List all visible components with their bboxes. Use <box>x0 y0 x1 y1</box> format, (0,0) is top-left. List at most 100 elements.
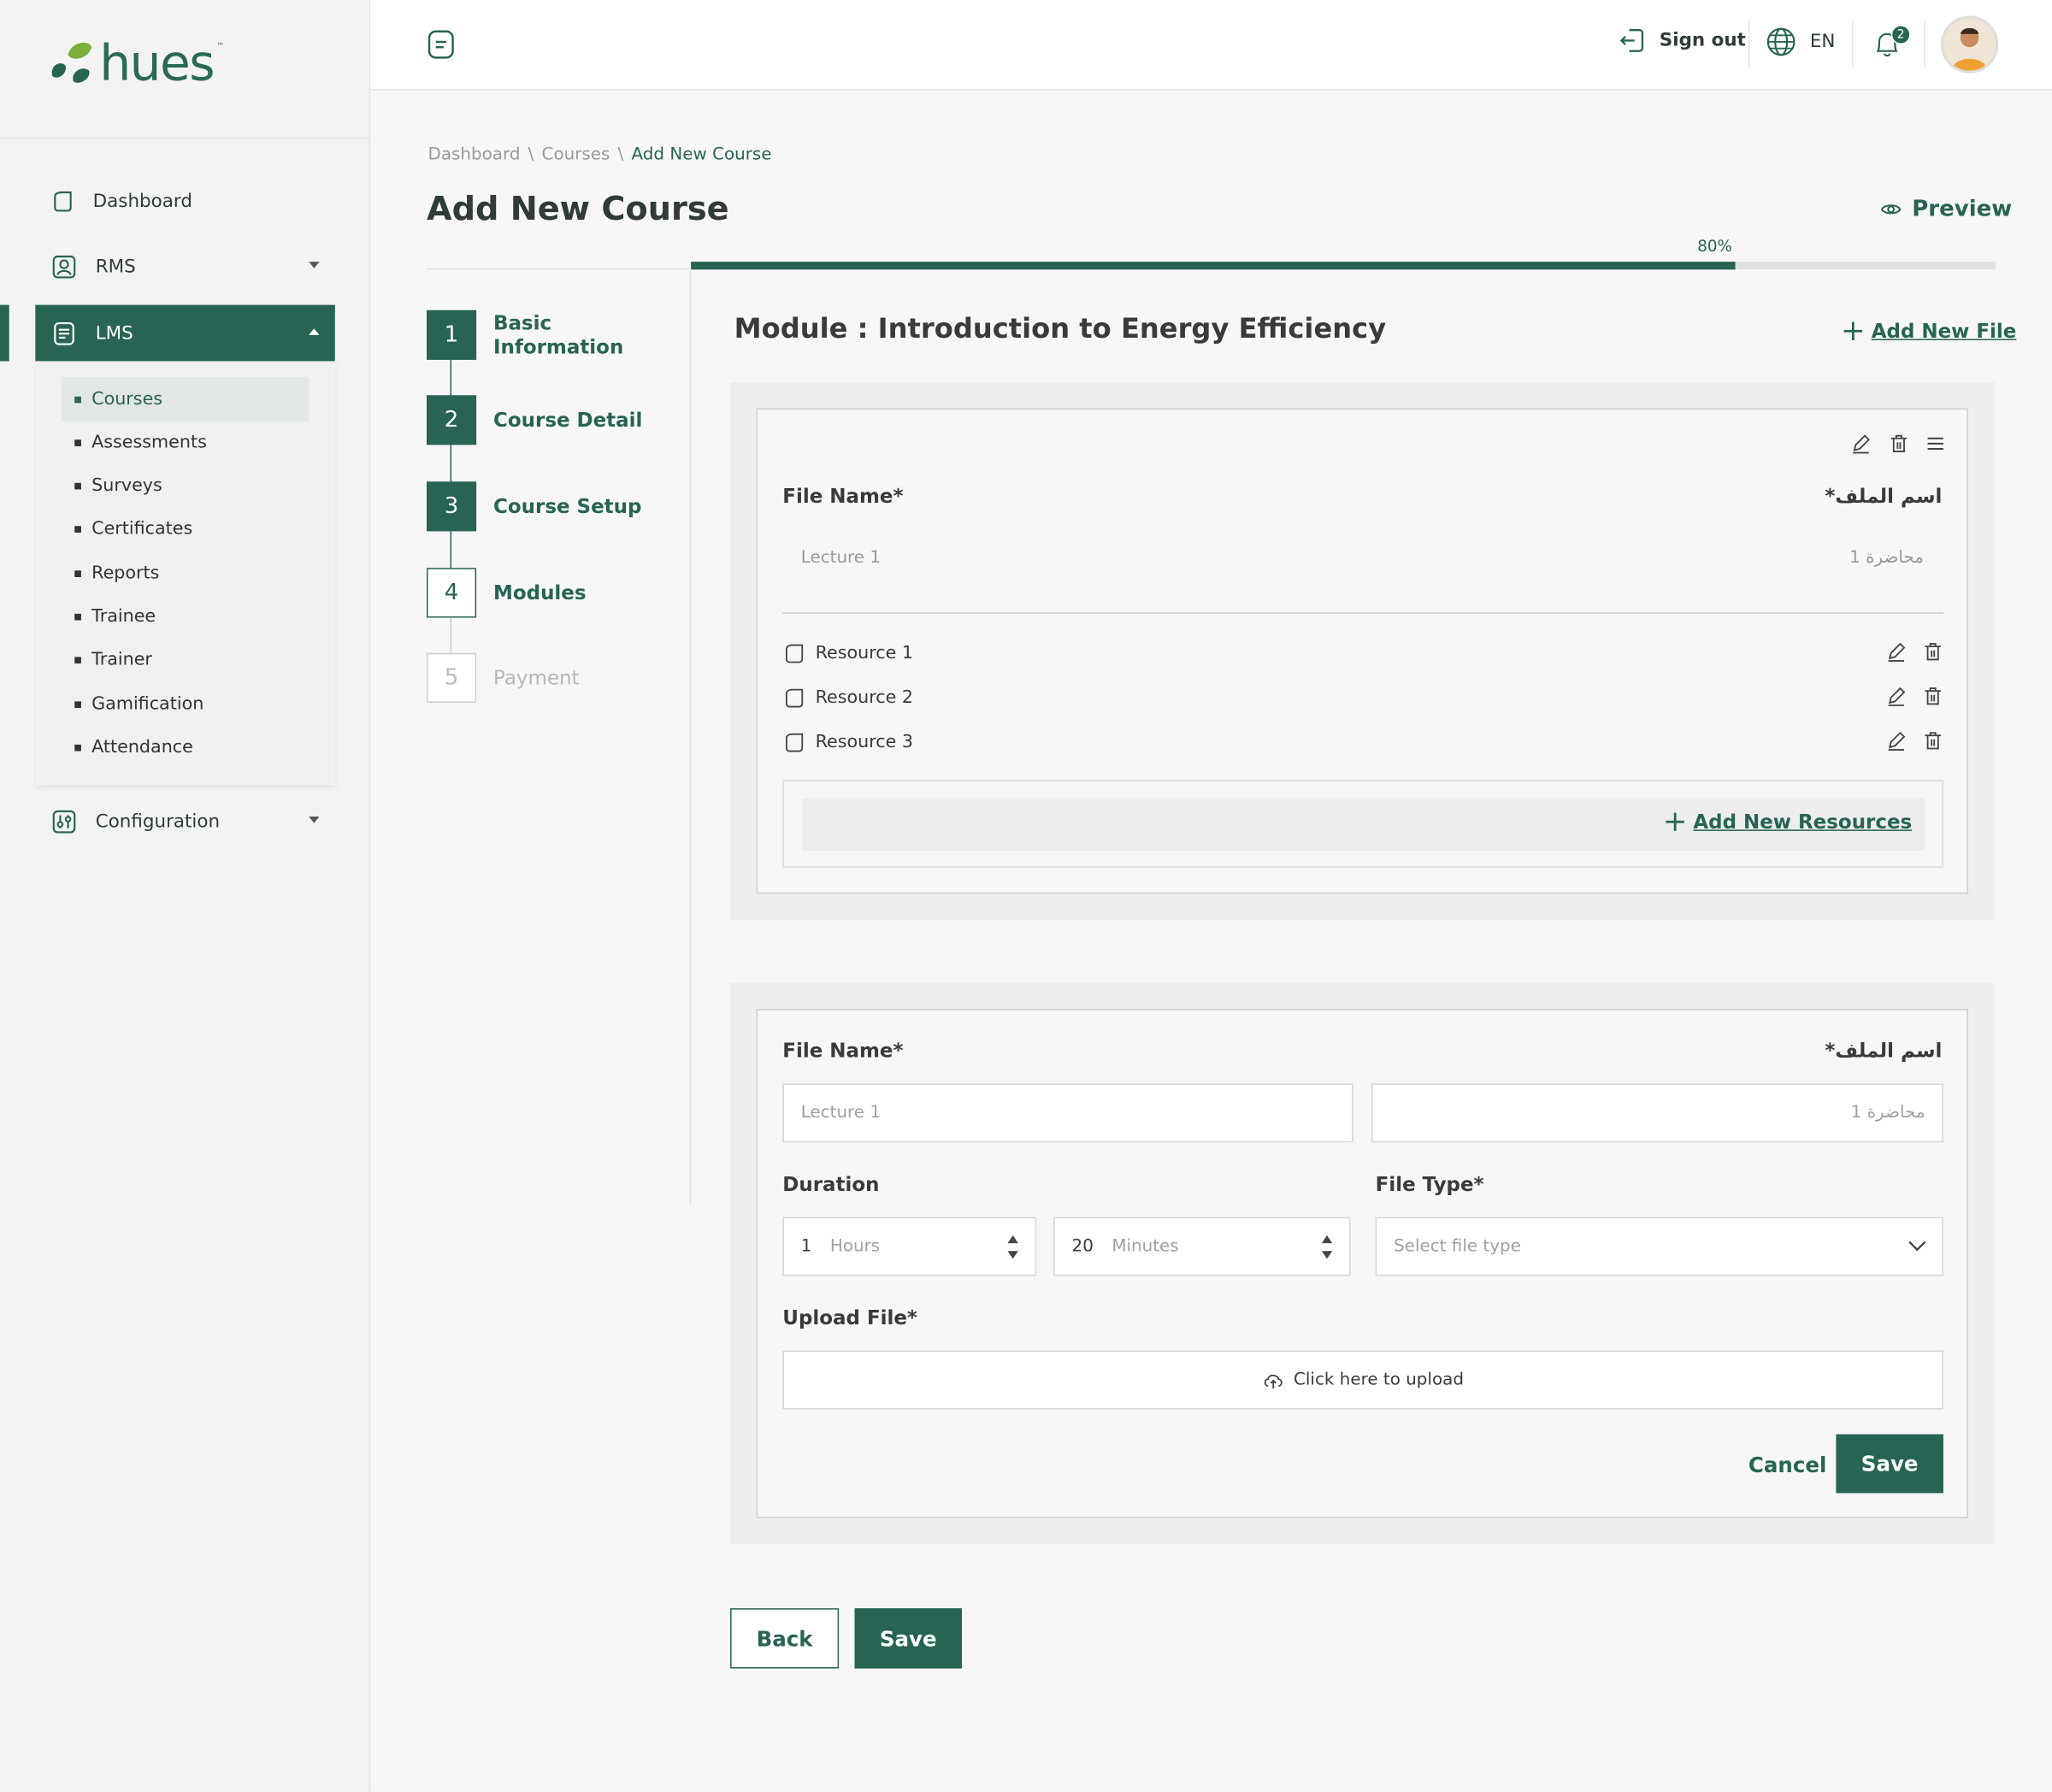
resource-name: Resource 3 <box>815 731 914 753</box>
new-file-card: File Name* اسم الملف* Lecture 1 محاضرة 1… <box>756 1009 1969 1518</box>
submenu-item-label: Assessments <box>91 432 207 453</box>
file-name-label: File Name* <box>782 484 904 508</box>
add-new-resources-button[interactable]: Add New Resources <box>1665 810 1912 834</box>
step-modules[interactable]: 4 Modules <box>426 568 688 618</box>
trash-icon[interactable] <box>1922 730 1943 751</box>
user-badge-icon <box>52 255 76 279</box>
submenu-item-attendance[interactable]: Attendance <box>62 725 309 769</box>
step-label: Basic Information <box>492 311 624 359</box>
hues-logo[interactable]: hues ™ <box>44 34 224 91</box>
chevron-down-icon <box>309 816 320 823</box>
back-button[interactable]: Back <box>730 1608 840 1669</box>
resource-name: Resource 1 <box>815 642 914 664</box>
notification-count-badge: 2 <box>1890 25 1911 45</box>
preview-button[interactable]: Preview <box>1880 196 2013 223</box>
bullet-icon <box>74 744 81 751</box>
upload-dropzone[interactable]: Click here to upload <box>782 1350 1943 1410</box>
notifications-button[interactable]: 2 <box>1872 25 1911 61</box>
file-name-value-ar: محاضرة 1 <box>1849 548 1924 569</box>
breadcrumb-separator: \ <box>528 144 534 165</box>
step-course-setup[interactable]: 3 Course Setup <box>426 481 688 532</box>
language-label: EN <box>1809 31 1836 53</box>
divider <box>1748 21 1750 68</box>
sidebar-item-lms[interactable]: LMS <box>35 304 335 362</box>
document-list-icon <box>54 321 74 345</box>
menu-toggle-button[interactable] <box>427 29 456 61</box>
chevron-down-icon <box>1908 1241 1926 1252</box>
progress-fill <box>691 262 1735 270</box>
sidebar-item-rms[interactable]: RMS <box>35 239 335 294</box>
edit-icon[interactable] <box>1850 433 1871 454</box>
file-name-label: File Name* <box>782 1039 904 1063</box>
file-name-input-ar[interactable]: محاضرة 1 <box>1371 1083 1943 1143</box>
step-label: Payment <box>493 666 580 690</box>
submenu-item-assessments[interactable]: Assessments <box>62 420 309 464</box>
minutes-stepper[interactable]: 20 Minutes <box>1053 1217 1351 1276</box>
new-file-panel: File Name* اسم الملف* Lecture 1 محاضرة 1… <box>730 982 1995 1545</box>
sidebar-item-dashboard[interactable]: Dashboard <box>35 174 335 229</box>
upload-text: Click here to upload <box>1293 1370 1464 1390</box>
hours-stepper[interactable]: 1 Hours <box>782 1217 1037 1276</box>
edit-icon[interactable] <box>1886 686 1907 706</box>
file-name-input[interactable]: Lecture 1 <box>782 1083 1353 1143</box>
step-number: 1 <box>426 309 477 360</box>
plus-icon <box>1843 321 1863 340</box>
submenu-item-reports[interactable]: Reports <box>62 551 309 595</box>
breadcrumb-link-dashboard[interactable]: Dashboard <box>428 145 521 165</box>
cancel-button[interactable]: Cancel <box>1748 1453 1826 1477</box>
resource-name: Resource 2 <box>815 687 914 709</box>
sidebar-item-configuration[interactable]: Configuration <box>35 794 335 849</box>
plus-icon <box>1666 812 1684 831</box>
submenu-item-certificates[interactable]: Certificates <box>62 506 309 551</box>
add-new-resources-label: Add New Resources <box>1693 810 1913 834</box>
steps-vertical-divider <box>689 268 692 1205</box>
trash-icon[interactable] <box>1922 686 1943 706</box>
step-course-detail[interactable]: 2 Course Detail <box>426 395 688 445</box>
submenu-item-trainee[interactable]: Trainee <box>62 594 309 639</box>
trash-icon[interactable] <box>1889 433 1909 454</box>
step-basic-information[interactable]: 1 Basic Information <box>426 309 688 360</box>
file-type-select[interactable]: Select file type <box>1375 1217 1943 1276</box>
stepper-arrows-icon[interactable] <box>1006 1231 1019 1263</box>
save-button[interactable]: Save <box>854 1608 962 1669</box>
step-payment[interactable]: 5 Payment <box>426 652 688 703</box>
sidebar-divider <box>0 137 371 139</box>
submenu-item-courses[interactable]: Courses <box>61 376 310 421</box>
trash-icon[interactable] <box>1922 641 1943 662</box>
breadcrumb-link-courses[interactable]: Courses <box>542 145 610 165</box>
upload-file-label: Upload File* <box>782 1306 917 1330</box>
bullet-icon <box>74 569 81 577</box>
preview-label: Preview <box>1912 196 2013 223</box>
drag-handle-icon[interactable] <box>1925 433 1946 454</box>
brand-tm: ™ <box>216 41 225 51</box>
sidebar-item-label: Configuration <box>95 811 221 833</box>
divider <box>1851 21 1854 68</box>
step-connector <box>450 531 452 569</box>
sign-out-button[interactable]: Sign out <box>1618 27 1746 56</box>
avatar[interactable] <box>1940 15 1999 74</box>
submenu-item-surveys[interactable]: Surveys <box>62 463 309 508</box>
add-new-file-button[interactable]: Add New File <box>1843 319 2016 343</box>
edit-icon[interactable] <box>1886 641 1907 662</box>
sign-out-label: Sign out <box>1659 30 1746 51</box>
duration-label: Duration <box>782 1172 880 1196</box>
minutes-value: 20 <box>1071 1236 1094 1257</box>
add-new-file-label: Add New File <box>1871 319 2017 344</box>
submenu-item-gamification[interactable]: Gamification <box>62 681 309 726</box>
active-indicator <box>0 304 9 362</box>
file-type-label: File Type* <box>1375 1172 1484 1196</box>
stepper-arrows-icon[interactable] <box>1320 1231 1333 1263</box>
save-file-button[interactable]: Save <box>1836 1434 1943 1494</box>
edit-icon[interactable] <box>1886 730 1907 751</box>
language-switcher[interactable]: EN <box>1766 27 1836 58</box>
add-resources-box: Add New Resources <box>782 780 1943 868</box>
bullet-icon <box>74 656 81 663</box>
add-resources-area: Add New Resources <box>802 798 1925 851</box>
submenu-item-label: Surveys <box>91 475 162 497</box>
sidebar-item-label: Dashboard <box>92 191 192 212</box>
steps-divider <box>426 268 692 270</box>
submenu-item-trainer[interactable]: Trainer <box>62 637 309 681</box>
file-icon <box>785 688 804 708</box>
bullet-icon <box>74 700 81 708</box>
resource-row: Resource 2 <box>784 685 1943 711</box>
